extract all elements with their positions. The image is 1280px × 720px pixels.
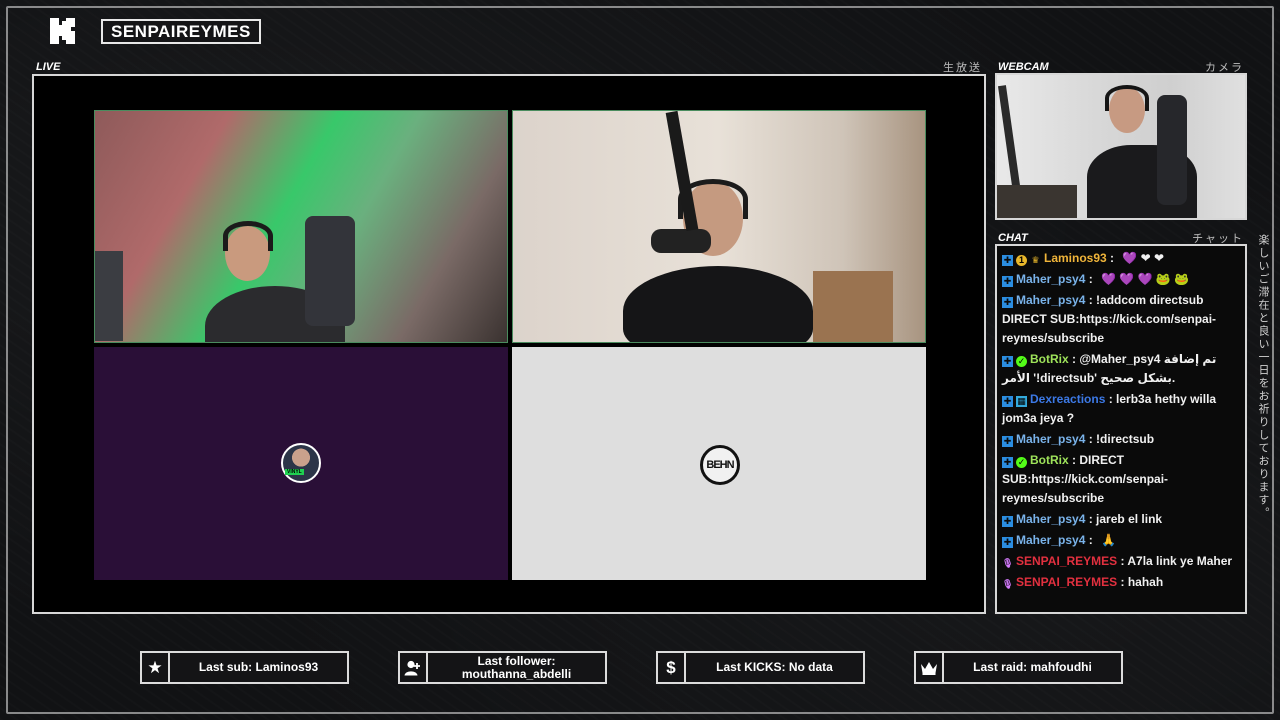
kick-logo-icon (50, 18, 75, 44)
sub-badge-icon: ✚ (1002, 276, 1013, 287)
grid-badge-icon: ▦ (1016, 396, 1027, 407)
chat-emotes: 💜 💜 💜 🐸 🐸 (1101, 272, 1190, 286)
chat-message: ✚ Maher_psy4 : !addcom directsub DIRECT S… (1002, 293, 1217, 345)
verified-badge-icon: ✓ (1016, 356, 1027, 367)
chat-message: ✚ 1 ♛ Laminos93 : 💜 ❤ ❤ (1002, 249, 1241, 268)
chat-username[interactable]: SENPAI_REYMES (1016, 554, 1117, 568)
microphone (651, 229, 711, 253)
user-plus-icon (400, 653, 428, 682)
streamer-headphones (1105, 85, 1149, 111)
team-logo: BEHN (700, 445, 740, 485)
last-kicks-text: Last KICKS: No data (716, 660, 833, 674)
webcam-panel[interactable] (995, 73, 1247, 220)
chat-username[interactable]: SENPAI_REYMES (1016, 575, 1117, 589)
chat-username[interactable]: BotRix (1030, 352, 1069, 366)
chat-panel-header: CHAT チャット (998, 230, 1244, 245)
last-sub-text: Last sub: Laminos93 (198, 660, 319, 674)
last-raid-text: Last raid: mahfoudhi (973, 660, 1092, 674)
last-sub-box: ★ Last sub: Laminos93 (140, 651, 349, 684)
chat-username[interactable]: Maher_psy4 (1016, 432, 1085, 446)
chat-username[interactable]: Dexreactions (1030, 392, 1105, 406)
sub-badge-icon: ✚ (1002, 436, 1013, 447)
chat-text: A7la link ye Maher (1127, 554, 1233, 568)
star-icon: ★ (142, 653, 170, 682)
last-kicks-box: $ Last KICKS: No data (656, 651, 865, 684)
crown-badge-icon: ♛ (1031, 255, 1040, 265)
sub-badge-icon: ✚ (1002, 255, 1013, 266)
chat-username[interactable]: Maher_psy4 (1016, 272, 1085, 286)
live-panel-header: LIVE 生放送 (36, 59, 982, 74)
live-jp-label: 生放送 (943, 61, 982, 74)
last-raid-box: Last raid: mahfoudhi (914, 651, 1123, 684)
desk (997, 185, 1077, 218)
last-follower-text: Last follower: mouthanna_abdelli (461, 653, 572, 681)
chat-message: 🎙 SENPAI_REYMES : A7la link ye Maher (1002, 554, 1233, 568)
broadcaster-mic-icon: 🎙 (1002, 558, 1014, 568)
webcam-panel-header: WEBCAM カメラ (998, 59, 1244, 74)
crown-icon (916, 653, 944, 682)
chat-message-list: ✚ 1 ♛ Laminos93 : 💜 ❤ ❤ ✚ Maher_psy4 : 💜 💜 💜… (997, 246, 1245, 592)
gaming-chair (305, 216, 355, 326)
chat-username[interactable]: Maher_psy4 (1016, 533, 1085, 547)
vertical-japanese-text: 楽しいご滞在と良い一日をお祈りしております。 (1257, 234, 1269, 520)
sub-badge-icon: ✚ (1002, 516, 1013, 527)
avatar-badge: VINYL (285, 469, 304, 475)
guest-1-headphones (223, 221, 273, 251)
chat-message: ✚ ▦ Dexreactions : lerb3a hethy willa jom3… (1002, 392, 1217, 425)
dollar-icon: $ (658, 653, 686, 682)
chat-message: ✚ Maher_psy4 : !directsub (1002, 432, 1155, 447)
live-panel: VINYL BEHN (32, 74, 986, 614)
webcam-chair (1157, 95, 1187, 205)
broadcaster-mic-icon: 🎙 (1002, 579, 1014, 589)
guest-tile-4[interactable]: BEHN (512, 347, 926, 580)
chat-username[interactable]: Maher_psy4 (1016, 293, 1085, 307)
chat-message: ✚ Maher_psy4 : 💜 💜 💜 🐸 🐸 (1002, 270, 1241, 289)
guest-tile-3[interactable]: VINYL (94, 347, 508, 580)
sub-months-badge-icon: 1 (1016, 255, 1027, 266)
last-follower-box: Last follower: mouthanna_abdelli (398, 651, 607, 684)
guest-cam-1[interactable] (94, 110, 508, 343)
sub-badge-icon: ✚ (1002, 356, 1013, 367)
webcam-label: WEBCAM (998, 60, 1049, 73)
guest-2-body (623, 266, 813, 342)
guest-avatar: VINYL (281, 443, 321, 483)
chat-message: ✚ ✓ BotRix : DIRECT SUB:https://kick.com/s… (1002, 453, 1169, 505)
chat-message: 🎙 SENPAI_REYMES : hahah (1002, 575, 1164, 589)
chat-username[interactable]: Laminos93 (1044, 251, 1107, 265)
drawer (813, 271, 893, 342)
guest-cam-2[interactable] (512, 110, 926, 343)
sub-badge-icon: ✚ (1002, 457, 1013, 468)
channel-name: SENPAIREYMES (101, 19, 261, 44)
chat-message: ✚ Maher_psy4 : 🙏 (1002, 531, 1241, 550)
chat-emotes: 🙏 (1101, 533, 1116, 547)
sub-badge-icon: ✚ (1002, 537, 1013, 548)
chat-username[interactable]: Maher_psy4 (1016, 512, 1085, 526)
chat-text: !directsub (1096, 432, 1155, 446)
verified-badge-icon: ✓ (1016, 457, 1027, 468)
chat-username[interactable]: BotRix (1030, 453, 1069, 467)
live-label: LIVE (36, 60, 61, 73)
chat-message: ✚ ✓ BotRix : @Maher_psy4 تم إضافة الأمر '!… (1002, 352, 1217, 385)
monitor (95, 251, 123, 341)
chat-text: hahah (1127, 575, 1164, 589)
chat-message: ✚ Maher_psy4 : jareb el link (1002, 512, 1163, 527)
sub-badge-icon: ✚ (1002, 297, 1013, 308)
chat-label: CHAT (998, 231, 1028, 244)
chat-text: jareb el link (1096, 512, 1163, 526)
sub-badge-icon: ✚ (1002, 396, 1013, 407)
chat-panel[interactable]: ✚ 1 ♛ Laminos93 : 💜 ❤ ❤ ✚ Maher_psy4 : 💜 💜 💜… (995, 244, 1247, 614)
chat-emotes: 💜 ❤ ❤ (1122, 251, 1165, 265)
